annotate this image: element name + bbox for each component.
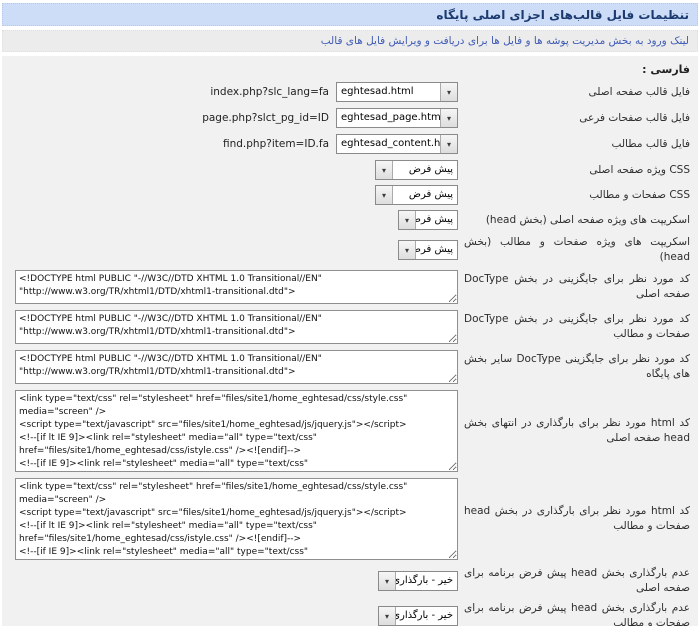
- url-hint: index.php?slc_lang=fa: [210, 86, 329, 98]
- page-title: تنظیمات فایل قالب‌های اجزای اصلی پایگاه: [436, 8, 689, 22]
- chevron-down-icon: ▾: [379, 607, 396, 625]
- field-label: اسکریپت های ویژه صفحه اصلی (بخش head): [458, 213, 690, 228]
- form-row: فایل قالب صفحه اصلی eghtesad.html ▾ inde…: [10, 82, 690, 102]
- field-label: کد مورد نظر برای جایگزینی DocType سایر ب…: [458, 352, 690, 382]
- chevron-down-icon: ▾: [440, 135, 457, 153]
- head-html-home-textarea[interactable]: <link type="text/css" rel="stylesheet" h…: [15, 390, 458, 472]
- doctype-other-textarea[interactable]: <!DOCTYPE html PUBLIC "-//W3C//DTD XHTML…: [15, 350, 458, 384]
- chevron-down-icon: ▾: [399, 211, 416, 229]
- field-label: CSS صفحات و مطالب: [458, 188, 690, 203]
- form-row: کد مورد نظر برای جایگزینی DocType سایر ب…: [10, 350, 690, 384]
- home-css-select[interactable]: پیش فرض ▾: [375, 160, 458, 180]
- skip-head-home-select[interactable]: خیر - بارگذاری شود ▾: [378, 571, 458, 591]
- field-label: فایل قالب صفحه اصلی: [458, 85, 690, 100]
- field-label: فایل قالب صفحات فرعی: [458, 111, 690, 126]
- form-row: فایل قالب مطالب eghtesad_content.html ▾ …: [10, 134, 690, 154]
- field-label: عدم بارگذاری بخش head پیش فرض برنامه برا…: [458, 566, 690, 596]
- field-label: فایل قالب مطالب: [458, 137, 690, 152]
- doctype-home-textarea[interactable]: <!DOCTYPE html PUBLIC "-//W3C//DTD XHTML…: [15, 270, 458, 304]
- select-value: eghtesad_content.html: [337, 135, 440, 153]
- form-row: عدم بارگذاری بخش head پیش فرض برنامه برا…: [10, 566, 690, 596]
- chevron-down-icon: ▾: [399, 241, 416, 259]
- home-scripts-select[interactable]: پیش فرض ▾: [398, 210, 458, 230]
- file-manager-link-bar: لینک ورود به بخش مدیریت پوشه ها و فایل ه…: [2, 30, 698, 52]
- chevron-down-icon: ▾: [376, 161, 393, 179]
- head-html-pages-textarea[interactable]: <link type="text/css" rel="stylesheet" h…: [15, 478, 458, 560]
- template-settings-form: فارسی : فایل قالب صفحه اصلی eghtesad.htm…: [2, 56, 698, 626]
- url-hint: page.php?slct_pg_id=ID: [202, 112, 329, 124]
- settings-page: تنظیمات فایل قالب‌های اجزای اصلی پایگاه …: [0, 0, 700, 629]
- field-label: CSS ویژه صفحه اصلی: [458, 163, 690, 178]
- select-value: پیش فرض: [393, 186, 457, 204]
- field-label: کد مورد نظر برای جایگزینی در بخش DocType…: [458, 312, 690, 342]
- form-row: اسکریپت های ویژه صفحه اصلی (بخش head) پی…: [10, 210, 690, 230]
- doctype-pages-textarea[interactable]: <!DOCTYPE html PUBLIC "-//W3C//DTD XHTML…: [15, 310, 458, 344]
- form-row: فایل قالب صفحات فرعی eghtesad_page.html …: [10, 108, 690, 128]
- field-label: اسکریپت های ویژه صفحات و مطالب (بخش head…: [458, 235, 690, 265]
- field-label: کد مورد نظر برای جایگزینی در بخش DocType…: [458, 272, 690, 302]
- page-title-bar: تنظیمات فایل قالب‌های اجزای اصلی پایگاه: [2, 3, 698, 26]
- language-section-label: فارسی :: [10, 63, 690, 76]
- chevron-down-icon: ▾: [440, 83, 457, 101]
- chevron-down-icon: ▾: [440, 109, 457, 127]
- home-template-select[interactable]: eghtesad.html ▾: [336, 82, 458, 102]
- form-row: کد مورد نظر برای جایگزینی در بخش DocType…: [10, 270, 690, 304]
- select-value: پیش فرض: [393, 161, 457, 179]
- url-hint: find.php?item=ID.fa: [223, 138, 329, 150]
- select-value: خیر - بارگذاری شود: [396, 607, 457, 625]
- form-row: کد html مورد نظر برای بارگذاری در انتهای…: [10, 390, 690, 472]
- form-row: CSS صفحات و مطالب پیش فرض ▾: [10, 185, 690, 205]
- select-value: پیش فرض: [416, 211, 457, 229]
- select-value: eghtesad.html: [337, 83, 440, 101]
- form-row: اسکریپت های ویژه صفحات و مطالب (بخش head…: [10, 235, 690, 265]
- pages-scripts-select[interactable]: پیش فرض ▾: [398, 240, 458, 260]
- field-label: کد html مورد نظر برای بارگذاری در بخش he…: [458, 504, 690, 534]
- field-label: کد html مورد نظر برای بارگذاری در انتهای…: [458, 416, 690, 446]
- select-value: خیر - بارگذاری شود: [396, 572, 457, 590]
- pages-css-select[interactable]: پیش فرض ▾: [375, 185, 458, 205]
- chevron-down-icon: ▾: [379, 572, 396, 590]
- form-row: CSS ویژه صفحه اصلی پیش فرض ▾: [10, 160, 690, 180]
- field-label: عدم بارگذاری بخش head پیش فرض برنامه برا…: [458, 601, 690, 626]
- chevron-down-icon: ▾: [376, 186, 393, 204]
- content-template-select[interactable]: eghtesad_content.html ▾: [336, 134, 458, 154]
- select-value: eghtesad_page.html: [337, 109, 440, 127]
- form-row: کد مورد نظر برای جایگزینی در بخش DocType…: [10, 310, 690, 344]
- subpage-template-select[interactable]: eghtesad_page.html ▾: [336, 108, 458, 128]
- skip-head-pages-select[interactable]: خیر - بارگذاری شود ▾: [378, 606, 458, 626]
- file-manager-link[interactable]: لینک ورود به بخش مدیریت پوشه ها و فایل ه…: [321, 35, 689, 47]
- select-value: پیش فرض: [416, 241, 457, 259]
- form-row: عدم بارگذاری بخش head پیش فرض برنامه برا…: [10, 601, 690, 626]
- form-row: کد html مورد نظر برای بارگذاری در بخش he…: [10, 478, 690, 560]
